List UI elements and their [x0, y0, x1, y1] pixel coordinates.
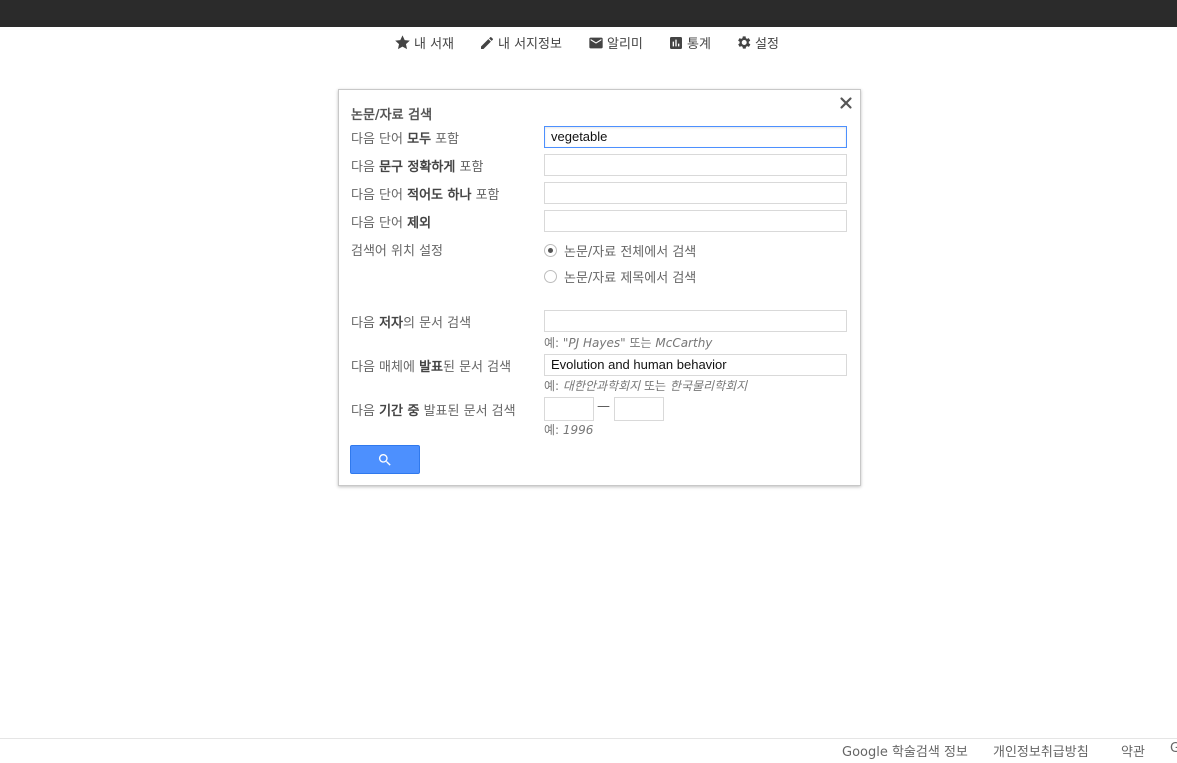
any-words-label: 다음 단어 적어도 하나 포함: [351, 188, 500, 203]
nav-label: 내 서재: [414, 37, 455, 52]
author-hint: 예: "PJ Hayes" 또는 McCarthy: [544, 336, 713, 350]
publication-hint: 예: 대한안과학회지 또는 한국물리학회지: [544, 379, 748, 393]
radio-label: 논문/자료 제목에서 검색: [564, 271, 697, 286]
author-input[interactable]: [544, 310, 847, 332]
radio-anywhere[interactable]: 논문/자료 전체에서 검색: [544, 241, 696, 260]
pencil-icon: [481, 36, 493, 49]
nav-bar: 내 서재 내 서지정보 알리미 통계 설정: [0, 33, 1177, 53]
nav-label: 설정: [755, 37, 779, 52]
publication-input[interactable]: Evolution and human behavior: [544, 354, 847, 376]
close-icon: [840, 97, 852, 109]
date-range-separator: —: [597, 399, 610, 414]
nav-label: 알리미: [607, 37, 643, 52]
date-hint: 예: 1996: [544, 423, 594, 437]
footer-privacy-link[interactable]: 개인정보취급방침: [993, 741, 1089, 760]
all-words-label: 다음 단어 모두 포함: [351, 132, 460, 147]
date-range-label: 다음 기간 중 발표된 문서 검색: [351, 404, 516, 419]
gear-icon: [738, 36, 751, 49]
radio-in-title[interactable]: 논문/자료 제목에서 검색: [544, 267, 696, 286]
nav-label: 통계: [687, 37, 711, 52]
nav-my-citations[interactable]: 내 서지정보: [479, 33, 562, 52]
nav-alerts[interactable]: 알리미: [588, 33, 643, 52]
search-button[interactable]: [350, 445, 420, 474]
without-words-label: 다음 단어 제외: [351, 216, 432, 231]
all-words-input[interactable]: vegetable: [544, 126, 847, 148]
footer-about-link[interactable]: Google 학술검색 정보: [842, 741, 968, 760]
nav-metrics[interactable]: 통계: [668, 33, 711, 52]
radio-label: 논문/자료 전체에서 검색: [564, 245, 697, 260]
top-bar: [0, 0, 1177, 27]
close-button[interactable]: [838, 95, 854, 111]
footer-cut-link[interactable]: G: [1170, 741, 1177, 756]
envelope-icon: [589, 37, 603, 48]
chart-icon: [670, 36, 682, 49]
advanced-search-dialog: 논문/자료 검색 다음 단어 모두 포함 vegetable 다음 문구 정확하…: [338, 89, 861, 486]
star-icon: [395, 35, 410, 50]
year-from-input[interactable]: [544, 397, 594, 421]
nav-label: 내 서지정보: [498, 37, 562, 52]
footer-terms-link[interactable]: 약관: [1121, 741, 1145, 760]
search-icon: [378, 453, 391, 466]
radio-button-selected[interactable]: [544, 244, 557, 257]
dialog-title: 논문/자료 검색: [351, 108, 433, 123]
without-words-input[interactable]: [544, 210, 847, 232]
footer-divider: [0, 738, 1177, 739]
nav-my-library[interactable]: 내 서재: [394, 33, 454, 52]
radio-button[interactable]: [544, 270, 557, 283]
any-words-input[interactable]: [544, 182, 847, 204]
exact-phrase-label: 다음 문구 정확하게 포함: [351, 160, 484, 175]
nav-settings[interactable]: 설정: [735, 33, 779, 52]
exact-phrase-input[interactable]: [544, 154, 847, 176]
author-label: 다음 저자의 문서 검색: [351, 316, 472, 331]
year-to-input[interactable]: [614, 397, 664, 421]
publication-label: 다음 매체에 발표된 문서 검색: [351, 360, 512, 375]
location-label: 검색어 위치 설정: [351, 244, 443, 259]
